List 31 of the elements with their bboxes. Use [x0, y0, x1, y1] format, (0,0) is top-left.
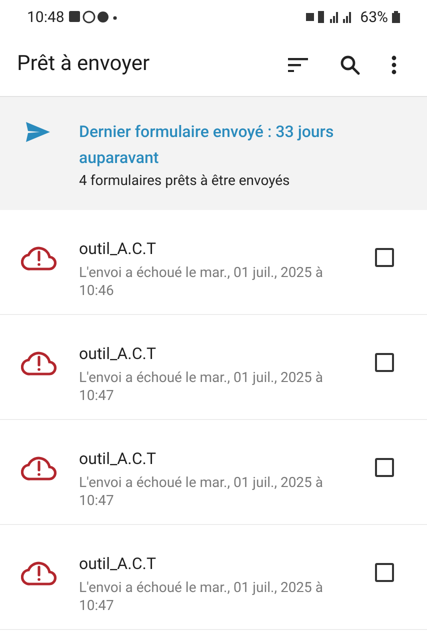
last-sent-text: Dernier formulaire envoyé : 33 jours auparavant: [79, 121, 335, 169]
checkbox[interactable]: [375, 458, 394, 477]
cloud-alert-icon: [21, 559, 57, 587]
cloud-alert-icon: [21, 244, 57, 272]
checkbox[interactable]: [375, 353, 394, 372]
battery-level: 63%: [360, 6, 388, 28]
form-name: outil_A.C.T: [79, 553, 158, 575]
more-icon: [391, 55, 397, 75]
form-name: outil_A.C.T: [79, 448, 158, 470]
battery-icon: [392, 11, 400, 23]
status-time: 10:48: [27, 6, 64, 28]
form-row[interactable]: outil_A.C.T L'envoi a échoué le mar., 01 juil., 2025 à 10:47: [0, 420, 427, 525]
sort-icon: [288, 58, 308, 72]
notification-icons: [68, 10, 118, 24]
checkbox[interactable]: [375, 248, 394, 267]
form-name: outil_A.C.T: [79, 343, 158, 365]
form-name: outil_A.C.T: [79, 238, 158, 260]
search-icon: [340, 55, 360, 75]
form-row[interactable]: outil_A.C.T L'envoi a échoué le mar., 01 juil., 2025 à 10:47: [0, 525, 427, 630]
ready-count: 4 formulaires prêts à être envoyés: [79, 172, 291, 191]
form-row[interactable]: outil_A.C.T L'envoi a échoué le mar., 01 juil., 2025 à 10:47: [0, 315, 427, 420]
form-row[interactable]: outil_A.C.T L'envoi a échoué le mar., 01 juil., 2025 à 10:46: [0, 210, 427, 315]
form-status: L'envoi a échoué le mar., 01 juil., 2025 à 10:46: [79, 264, 324, 300]
form-status: L'envoi a échoué le mar., 01 juil., 2025 à 10:47: [79, 579, 324, 615]
send-icon: [26, 122, 50, 142]
checkbox[interactable]: [375, 563, 394, 582]
form-status: L'envoi a échoué le mar., 01 juil., 2025 à 10:47: [79, 369, 324, 405]
form-status: L'envoi a échoué le mar., 01 juil., 2025 à 10:47: [79, 474, 324, 510]
cloud-alert-icon: [21, 349, 57, 377]
app-bar-title: Prêt à envoyer: [17, 51, 151, 78]
cloud-alert-icon: [21, 454, 57, 482]
